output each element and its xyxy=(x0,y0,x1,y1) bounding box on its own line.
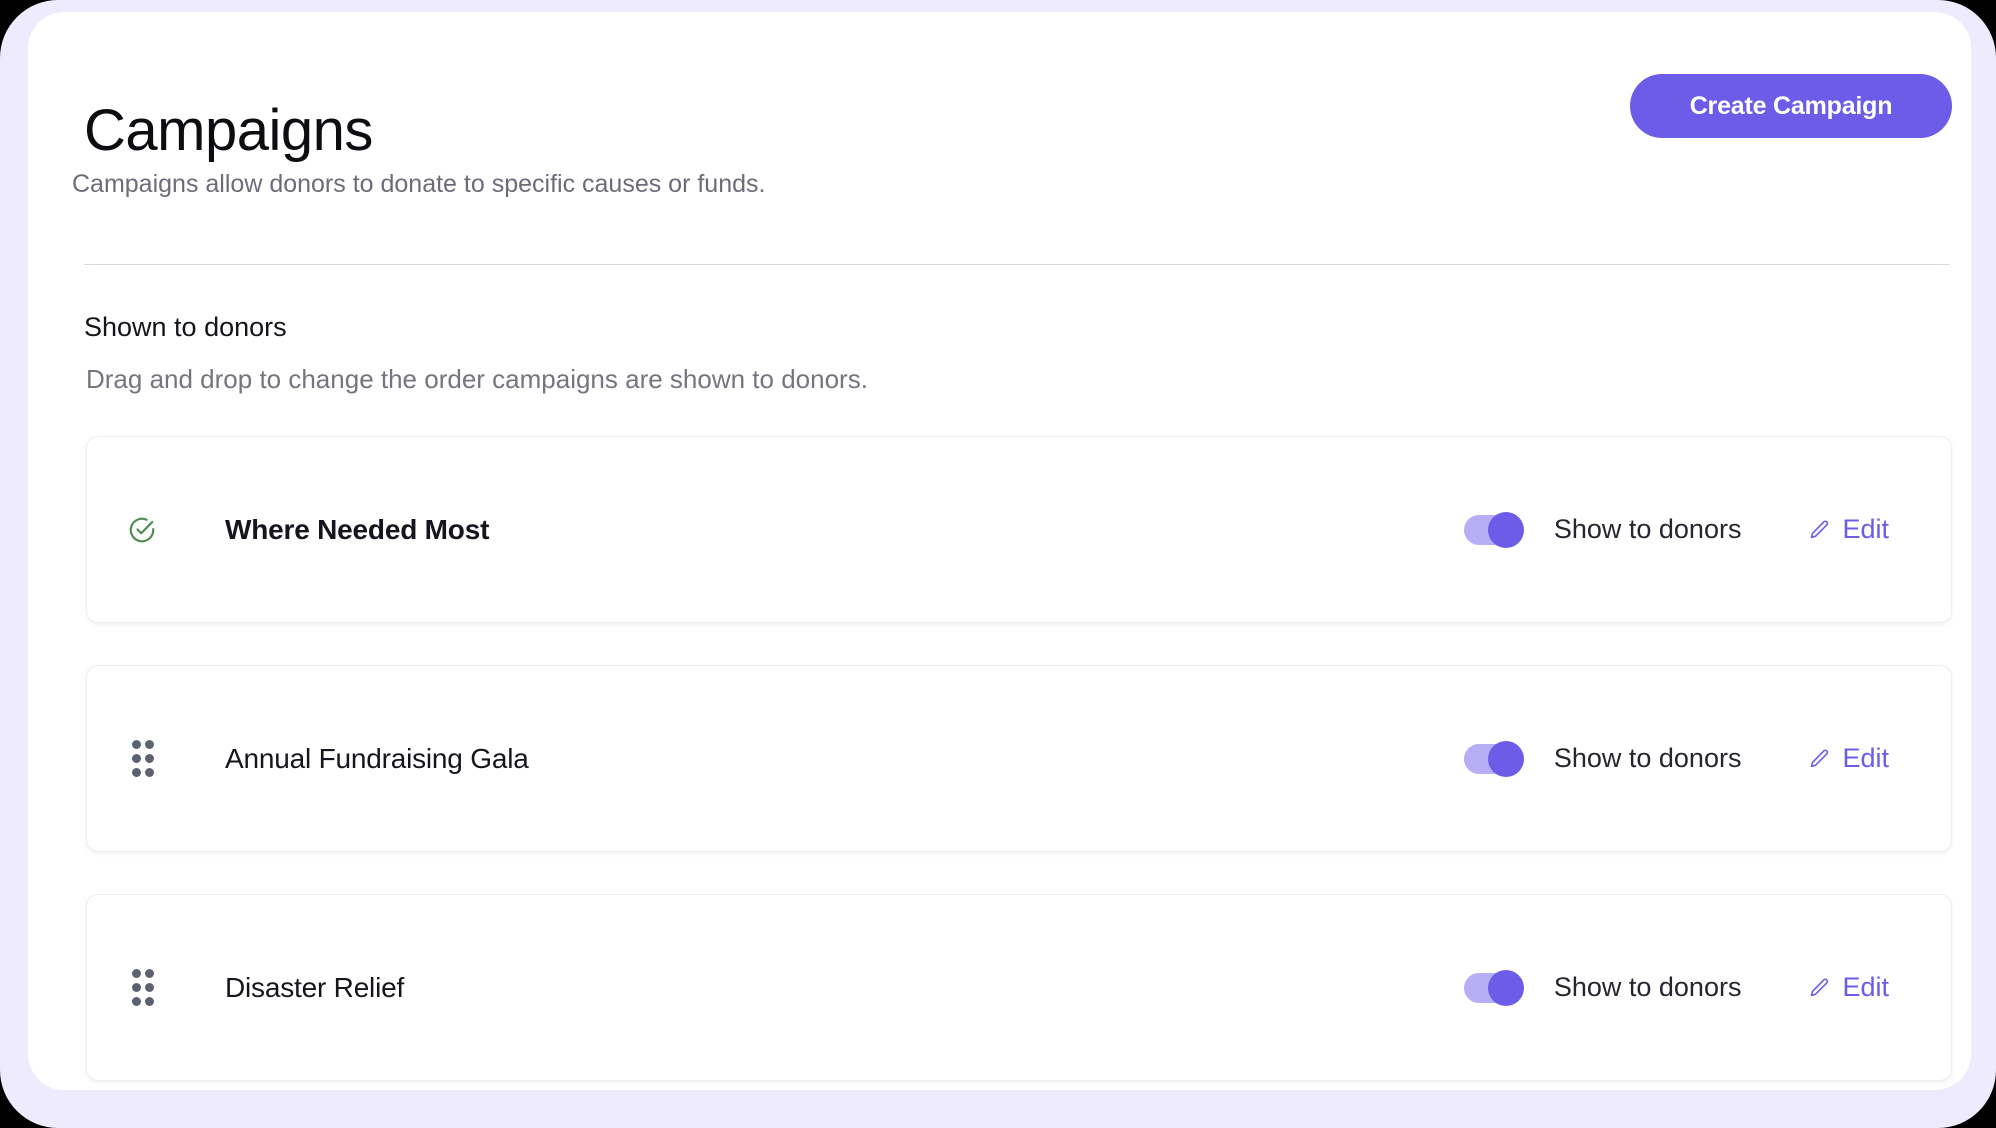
drag-handle-icon[interactable] xyxy=(132,969,154,1006)
campaign-card[interactable]: Annual Fundraising Gala Show to donors E… xyxy=(86,665,1952,852)
toggle-label: Show to donors xyxy=(1553,514,1742,544)
edit-label: Edit xyxy=(1842,514,1889,544)
app-frame: Campaigns Campaigns allow donors to dona… xyxy=(0,0,1996,1128)
campaign-name: Annual Fundraising Gala xyxy=(225,742,529,774)
pencil-icon xyxy=(1807,747,1831,771)
edit-label: Edit xyxy=(1842,972,1889,1002)
campaign-card-right: Show to donors Edit xyxy=(1463,895,1951,1080)
leading-icon-slot xyxy=(87,515,197,545)
campaigns-panel: Campaigns Campaigns allow donors to dona… xyxy=(28,12,1971,1090)
toggle-label: Show to donors xyxy=(1553,972,1742,1002)
campaign-card-right: Show to donors Edit xyxy=(1463,666,1951,851)
campaign-card-left: Disaster Relief xyxy=(87,895,404,1080)
circle-check-icon xyxy=(127,515,157,545)
campaign-name: Where Needed Most xyxy=(225,513,490,545)
header-divider xyxy=(84,264,1950,265)
show-to-donors-toggle[interactable] xyxy=(1463,740,1524,777)
show-to-donors-toggle[interactable] xyxy=(1463,511,1524,548)
section-subtitle: Drag and drop to change the order campai… xyxy=(86,364,868,394)
edit-link[interactable]: Edit xyxy=(1807,743,1889,774)
campaign-card-left: Annual Fundraising Gala xyxy=(87,666,529,851)
campaign-card-left: Where Needed Most xyxy=(87,437,489,622)
leading-icon-slot xyxy=(87,969,197,1006)
edit-link[interactable]: Edit xyxy=(1807,972,1889,1003)
campaign-name: Disaster Relief xyxy=(225,971,405,1003)
pencil-icon xyxy=(1807,518,1831,542)
show-to-donors-toggle[interactable] xyxy=(1463,969,1524,1006)
drag-handle-icon[interactable] xyxy=(132,740,154,777)
edit-label: Edit xyxy=(1842,743,1889,773)
toggle-knob xyxy=(1487,511,1524,548)
campaign-card-right: Show to donors Edit xyxy=(1463,437,1951,622)
leading-icon-slot xyxy=(87,740,197,777)
campaign-list: Where Needed Most Show to donors Edit An… xyxy=(86,436,1952,1090)
campaign-card[interactable]: Where Needed Most Show to donors Edit xyxy=(86,436,1952,623)
create-campaign-button[interactable]: Create Campaign xyxy=(1630,74,1952,138)
pencil-icon xyxy=(1807,976,1831,1000)
toggle-label: Show to donors xyxy=(1553,743,1742,773)
toggle-knob xyxy=(1487,969,1524,1006)
page-title: Campaigns xyxy=(84,97,373,163)
edit-link[interactable]: Edit xyxy=(1807,514,1889,545)
section-title: Shown to donors xyxy=(84,312,287,342)
page-subtitle: Campaigns allow donors to donate to spec… xyxy=(72,170,766,198)
toggle-knob xyxy=(1487,740,1524,777)
campaign-card[interactable]: Disaster Relief Show to donors Edit xyxy=(86,894,1952,1081)
